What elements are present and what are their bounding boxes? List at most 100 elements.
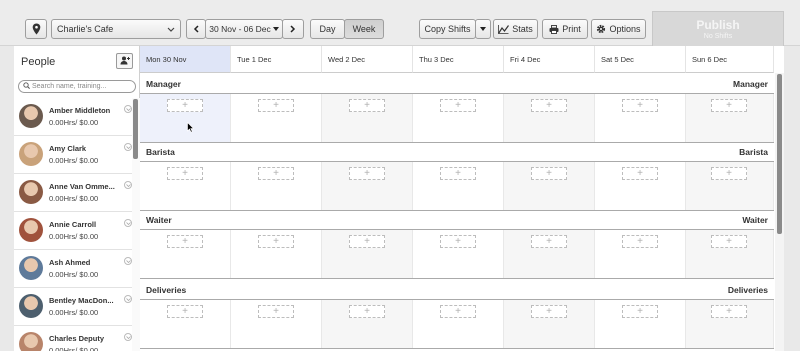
shift-cell[interactable]: + [322,230,413,278]
venue-label: Charlie's Cafe [57,24,114,34]
grid-scrollbar-thumb[interactable] [777,74,782,234]
chevron-down-icon[interactable] [124,333,132,341]
prev-week-button[interactable] [186,19,206,39]
day-header[interactable]: Sun 6 Dec [686,46,774,73]
options-button[interactable]: Options [591,19,646,39]
person-row[interactable]: Amber Middleton 0.00Hrs/ $0.00 [14,98,132,136]
shift-cell[interactable]: + [595,94,686,142]
shift-cell[interactable]: + [595,300,686,348]
add-shift-button[interactable]: + [349,167,385,180]
shift-cell[interactable]: + [322,300,413,348]
shift-cell[interactable]: + [231,94,322,142]
stats-button[interactable]: Stats [493,19,538,39]
day-header[interactable]: Tue 1 Dec [231,46,322,73]
copy-shifts-button[interactable]: Copy Shifts [419,19,476,39]
add-shift-button[interactable]: + [440,305,476,318]
shift-cell[interactable]: + [231,162,322,210]
chevron-down-icon[interactable] [124,181,132,189]
add-shift-button[interactable]: + [531,305,567,318]
day-view-button[interactable]: Day [310,19,345,39]
add-shift-button[interactable]: + [531,99,567,112]
shift-cell[interactable]: + [140,162,231,210]
add-shift-button[interactable]: + [258,167,294,180]
chevron-down-icon[interactable] [124,295,132,303]
toolbar: Charlie's Cafe 30 Nov - 06 Dec Day Week … [0,0,800,47]
person-row[interactable]: Charles Deputy 0.00Hrs/ $0.00 [14,326,132,351]
people-search-input[interactable]: Search name, training... [18,80,136,93]
person-row[interactable]: Amy Clark 0.00Hrs/ $0.00 [14,136,132,174]
location-button[interactable] [25,19,47,39]
chevron-down-icon[interactable] [124,257,132,265]
add-shift-button[interactable]: + [440,235,476,248]
add-shift-button[interactable]: + [711,167,747,180]
shift-cell[interactable]: + [413,230,504,278]
shift-cell[interactable]: + [413,300,504,348]
day-header[interactable]: Sat 5 Dec [595,46,686,73]
shift-cell[interactable]: + [686,230,774,278]
shift-cell[interactable]: + [595,162,686,210]
avatar [19,332,43,351]
add-shift-button[interactable]: + [167,235,203,248]
add-shift-button[interactable]: + [711,235,747,248]
day-header[interactable]: Thu 3 Dec [413,46,504,73]
shift-cell[interactable]: + [686,300,774,348]
add-shift-button[interactable]: + [167,167,203,180]
day-header[interactable]: Mon 30 Nov [140,46,231,73]
add-shift-button[interactable]: + [349,235,385,248]
options-label: Options [609,24,641,34]
add-person-button[interactable] [116,53,133,69]
shift-cell[interactable]: + [140,94,231,142]
add-shift-button[interactable]: + [622,305,658,318]
shift-cell[interactable]: + [231,300,322,348]
add-shift-button[interactable]: + [622,99,658,112]
person-row[interactable]: Ash Ahmed 0.00Hrs/ $0.00 [14,250,132,288]
venue-select[interactable]: Charlie's Cafe [51,19,181,39]
shift-cell[interactable]: + [504,94,595,142]
copy-shifts-dropdown[interactable] [475,19,491,39]
add-shift-button[interactable]: + [349,99,385,112]
add-shift-button[interactable]: + [440,167,476,180]
person-row[interactable]: Bentley MacDon... 0.00Hrs/ $0.00 [14,288,132,326]
person-row[interactable]: Anne Van Omme... 0.00Hrs/ $0.00 [14,174,132,212]
shift-cell[interactable]: + [322,162,413,210]
shift-cell[interactable]: + [686,94,774,142]
chevron-down-icon[interactable] [124,143,132,151]
add-shift-button[interactable]: + [167,305,203,318]
add-shift-button[interactable]: + [258,99,294,112]
person-row[interactable]: Annie Carroll 0.00Hrs/ $0.00 [14,212,132,250]
add-shift-button[interactable]: + [440,99,476,112]
publish-button[interactable]: Publish No Shifts [652,11,784,47]
add-shift-button[interactable]: + [622,167,658,180]
add-shift-button[interactable]: + [711,305,747,318]
shift-cell[interactable]: + [504,300,595,348]
shift-cell[interactable]: + [231,230,322,278]
add-shift-button[interactable]: + [258,305,294,318]
shift-cell[interactable]: + [322,94,413,142]
add-shift-button[interactable]: + [167,99,203,112]
date-range-select[interactable]: 30 Nov - 06 Dec [205,19,283,39]
shift-cell[interactable]: + [595,230,686,278]
chevron-down-icon[interactable] [124,105,132,113]
shift-cell[interactable]: + [413,162,504,210]
shift-cell[interactable]: + [140,230,231,278]
add-shift-button[interactable]: + [711,99,747,112]
add-shift-button[interactable]: + [349,305,385,318]
day-header[interactable]: Fri 4 Dec [504,46,595,73]
person-hours: 0.00Hrs/ $0.00 [49,156,99,165]
day-header[interactable]: Wed 2 Dec [322,46,413,73]
add-shift-button[interactable]: + [258,235,294,248]
shift-cell[interactable]: + [413,94,504,142]
shift-cell[interactable]: + [686,162,774,210]
chevron-down-icon[interactable] [124,219,132,227]
week-view-button[interactable]: Week [344,19,384,39]
schedule-grid: Mon 30 Nov Tue 1 Dec Wed 2 Dec Thu 3 Dec Fri… [140,46,784,351]
shift-cell[interactable]: + [504,230,595,278]
print-button[interactable]: Print [542,19,588,39]
add-shift-button[interactable]: + [622,235,658,248]
next-week-button[interactable] [282,19,304,39]
add-shift-button[interactable]: + [531,167,567,180]
shift-cell[interactable]: + [504,162,595,210]
add-shift-button[interactable]: + [531,235,567,248]
shift-cell[interactable]: + [140,300,231,348]
people-scrollbar-thumb[interactable] [133,99,138,159]
